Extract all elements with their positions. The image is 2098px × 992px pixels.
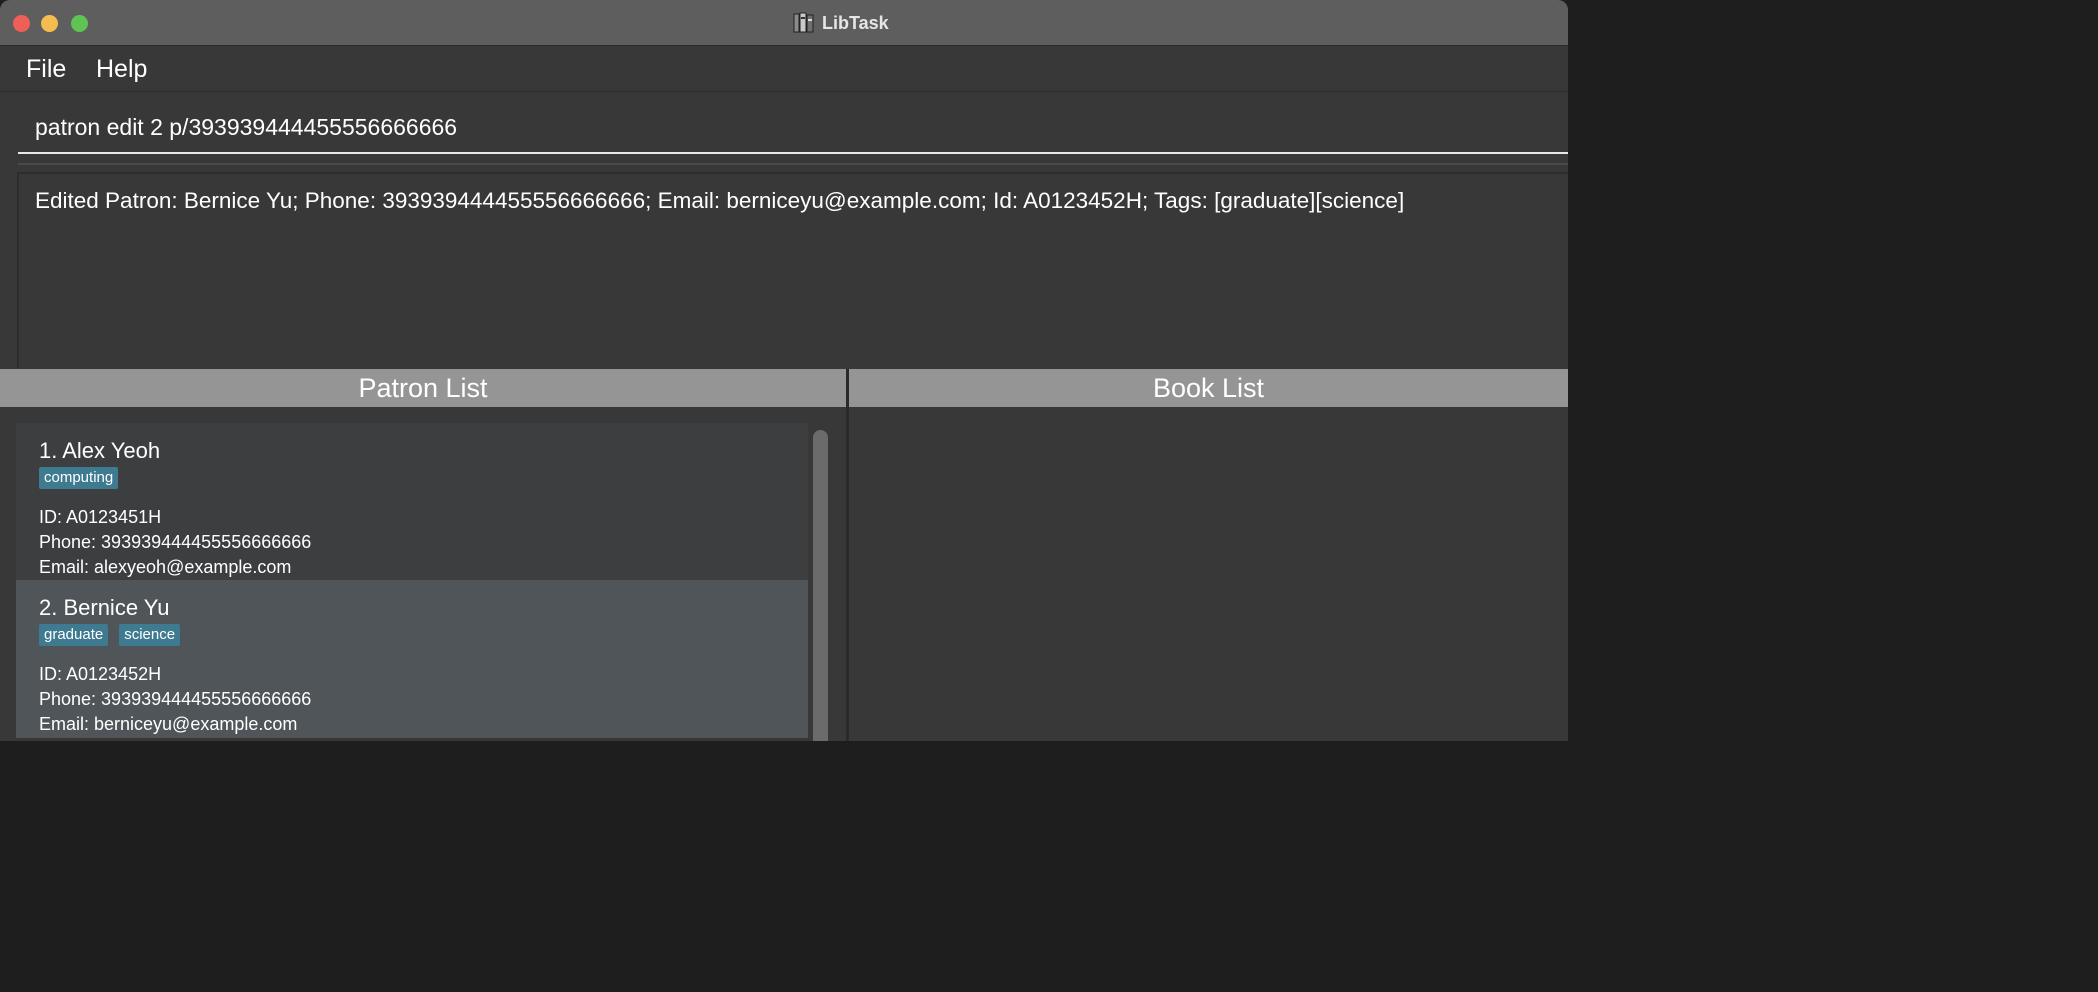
patron-card[interactable]: 1. Alex Yeoh computing ID: A0123451H Pho… bbox=[16, 423, 808, 580]
command-input-text: patron edit 2 p/393939444455556666666 bbox=[35, 114, 458, 140]
patron-list[interactable]: 1. Alex Yeoh computing ID: A0123451H Pho… bbox=[0, 407, 846, 741]
book-list[interactable] bbox=[849, 407, 1568, 741]
title-bar: LibTask bbox=[0, 0, 1568, 46]
window-title-text: LibTask bbox=[822, 12, 889, 33]
command-input[interactable]: patron edit 2 p/393939444455556666666 bbox=[18, 104, 1568, 154]
close-window-button[interactable] bbox=[13, 15, 30, 32]
result-display: Edited Patron: Bernice Yu; Phone: 393939… bbox=[17, 172, 1568, 368]
maximize-window-button[interactable] bbox=[71, 15, 88, 32]
patron-list-header: Patron List bbox=[0, 369, 846, 407]
patron-tags: graduate science bbox=[39, 624, 181, 646]
patron-email: Email: berniceyu@example.com bbox=[39, 714, 298, 734]
patron-phone: Phone: 393939444455556666666 bbox=[39, 689, 312, 709]
menu-file[interactable]: File bbox=[26, 54, 66, 84]
patron-name: 2. Bernice Yu bbox=[39, 595, 170, 620]
patron-list-scrollbar[interactable] bbox=[813, 430, 828, 741]
patron-email: Email: alexyeoh@example.com bbox=[39, 557, 292, 577]
patron-id: ID: A0123451H bbox=[39, 507, 162, 527]
minimize-window-button[interactable] bbox=[41, 15, 58, 32]
tag-badge: computing bbox=[39, 467, 119, 489]
result-message: Edited Patron: Bernice Yu; Phone: 393939… bbox=[35, 188, 1405, 213]
section-divider bbox=[18, 163, 1568, 165]
patron-card[interactable]: 2. Bernice Yu graduate science ID: A0123… bbox=[16, 580, 808, 738]
patron-phone: Phone: 393939444455556666666 bbox=[39, 532, 312, 552]
menu-help[interactable]: Help bbox=[96, 54, 147, 84]
patron-name: 1. Alex Yeoh bbox=[39, 438, 161, 463]
tag-badge: science bbox=[119, 624, 181, 646]
patron-tags: computing bbox=[39, 467, 119, 489]
app-books-icon bbox=[792, 11, 816, 35]
patron-id: ID: A0123452H bbox=[39, 664, 162, 684]
app-window: LibTask File Help patron edit 2 p/393939… bbox=[0, 0, 1568, 741]
tag-badge: graduate bbox=[39, 624, 109, 646]
menu-bar: File Help bbox=[0, 46, 1568, 92]
book-list-header: Book List bbox=[849, 369, 1568, 407]
window-title: LibTask bbox=[792, 11, 889, 35]
